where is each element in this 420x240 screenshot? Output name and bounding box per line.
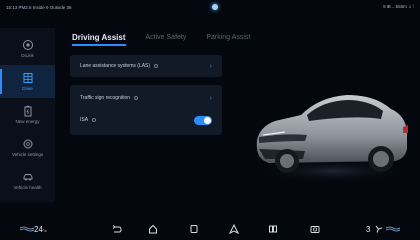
camera-icon[interactable] [310,224,320,234]
fan-speed-icon[interactable] [374,225,383,233]
left-temperature-value: 24 [34,225,43,234]
sidebar-item-vehicle-health[interactable]: Vehicle health [0,164,55,197]
info-icon[interactable] [92,118,97,122]
left-temperature[interactable]: 24°c [34,225,47,234]
status-bar: 15:13 PM2.5 Inside 9 Outside 36 9 ⊞ ...5… [0,0,420,14]
sidebar-item-dilink[interactable]: DiLink [0,32,55,65]
vehicle-image [253,95,413,183]
back-icon[interactable] [112,224,122,234]
isa-row: ISA [70,109,222,131]
traffic-sign-card: Traffic sign recognition › ISA [70,85,222,135]
info-icon[interactable] [134,96,139,100]
chevron-right-icon: › [209,62,212,70]
sidebar-item-vehicle-settings[interactable]: Vehicle settings [0,131,55,164]
home-icon[interactable] [148,224,158,234]
status-left-text: 15:13 PM2.5 Inside 9 Outside 36 [6,4,72,10]
tab-bar: Driving Assist Active Safety Parking Ass… [72,30,250,46]
circle-dot-icon [22,40,33,50]
isa-label: ISA [80,117,89,123]
traffic-sign-label: Traffic sign recognition [80,95,131,101]
chevron-right-icon: › [209,94,212,102]
left-temperature-unit: °c [42,228,47,233]
recent-apps-icon[interactable] [189,224,199,234]
lane-assist-card: Lane assistance systems (LAS) › [70,55,222,77]
tab-active-safety[interactable]: Active Safety [146,34,187,41]
isa-toggle[interactable] [194,115,212,125]
lane-assist-row[interactable]: Lane assistance systems (LAS) › [70,55,222,77]
bottom-bar: 24°c 3 [0,218,420,240]
tab-parking-assist[interactable]: Parking Assist [206,34,250,41]
battery-icon [24,105,31,117]
traffic-sign-row[interactable]: Traffic sign recognition › [70,87,222,109]
right-temperature[interactable]: 3 [366,225,370,234]
media-icon[interactable] [268,224,278,234]
fan-right-icon[interactable] [386,226,400,232]
status-right: 9 ⊞ ...556m ♫ ⁞ [383,4,414,10]
sidebar-item-label: Vehicle settings [11,152,44,157]
tab-driving-assist[interactable]: Driving Assist [72,33,126,46]
sidebar-item-label: Vehicle health [13,185,42,190]
lane-assist-label: Lane assistance systems (LAS) [80,63,151,69]
sidebar: DiLink Drive New energy Vehicle settings [0,28,55,202]
sidebar-item-label: Drive [22,86,33,91]
status-right-text: 9 ⊞ ...556m ♫ ⁞ [383,4,414,9]
voice-assistant-icon[interactable] [212,4,218,10]
fan-left-icon[interactable] [20,226,34,232]
steering-grid-icon [23,73,32,83]
sidebar-item-drive[interactable]: Drive [0,65,55,98]
gear-icon [23,139,32,149]
sidebar-item-label: New energy [15,119,40,124]
sidebar-item-new-energy[interactable]: New energy [0,98,55,131]
info-icon[interactable] [154,64,159,68]
car-icon [23,174,32,181]
sidebar-item-label: DiLink [21,53,34,58]
navigation-icon[interactable] [229,224,239,234]
